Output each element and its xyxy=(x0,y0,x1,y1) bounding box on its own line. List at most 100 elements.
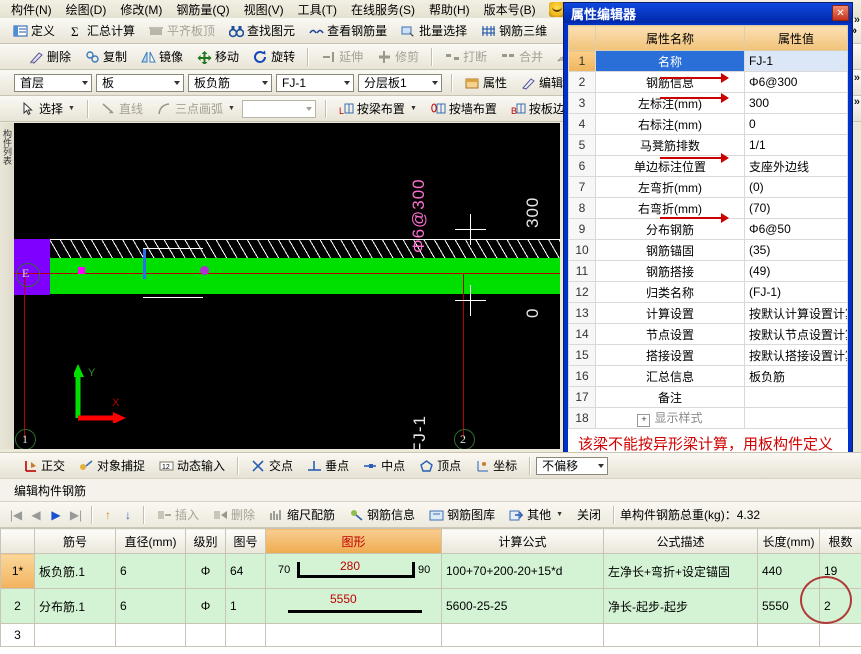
property-row-value[interactable] xyxy=(744,407,848,429)
rebar-diameter-cell[interactable]: 6 xyxy=(115,588,186,624)
rebar-shape-cell[interactable]: 70 280 90 xyxy=(265,553,442,589)
prev-record-icon[interactable]: ◀ xyxy=(26,508,46,522)
selected-rebar-hook[interactable] xyxy=(143,248,146,279)
first-record-icon[interactable]: |◀ xyxy=(6,508,26,522)
summary-calc-button[interactable]: Σ 汇总计算 xyxy=(62,19,142,42)
rebar-formula-cell[interactable]: 100+70+200-20+15*d xyxy=(441,553,604,589)
property-row-value[interactable]: (35) xyxy=(744,239,848,261)
layer-combo[interactable]: 分层板1 xyxy=(358,73,442,92)
table-row[interactable]: 3 xyxy=(0,623,861,647)
select-tool-button[interactable]: 选择 ▼ xyxy=(14,97,82,120)
rebar-shape-no-cell[interactable]: 64 xyxy=(225,553,266,589)
batch-select-button[interactable]: 批量选择 xyxy=(394,19,474,42)
rebar-name-cell[interactable]: 分布筋.1 xyxy=(34,588,116,624)
left-dock-panel[interactable]: 构件列表 xyxy=(0,123,15,449)
rebar-grade-cell[interactable]: Φ xyxy=(185,553,226,589)
rebar-info-button[interactable]: 钢筋信息 xyxy=(342,503,422,526)
property-row[interactable]: 18 + 显示样式 xyxy=(568,407,848,429)
line-tool-button[interactable]: 直线 xyxy=(94,97,150,120)
rebar-3d-button[interactable]: 钢筋三维 xyxy=(474,19,554,42)
move-button[interactable]: 移动 xyxy=(190,45,246,68)
rebar-grade-cell[interactable] xyxy=(185,623,226,647)
delete-row-button[interactable]: 删除 xyxy=(206,503,262,526)
expand-icon[interactable]: + xyxy=(637,414,651,427)
property-row[interactable]: 14 节点设置 按默认节点设置计算 xyxy=(568,323,848,345)
grip-point-mid[interactable] xyxy=(200,266,209,275)
coordinate-snap-button[interactable]: 坐标 xyxy=(468,454,524,477)
property-row[interactable]: 4 右标注(mm) 0 xyxy=(568,113,848,135)
property-row[interactable]: 10 钢筋锚固 (35) xyxy=(568,239,848,261)
rebar-formula-cell[interactable]: 5600-25-25 xyxy=(441,588,604,624)
menu-item-tools[interactable]: 工具(T) xyxy=(291,0,344,19)
close-icon[interactable]: ✕ xyxy=(832,5,849,21)
rebar-shape-no-cell[interactable]: 1 xyxy=(225,588,266,624)
rebar-library-button[interactable]: 钢筋图库 xyxy=(422,503,502,526)
component-name-combo[interactable]: FJ-1 xyxy=(276,73,354,92)
menu-item-modify[interactable]: 修改(M) xyxy=(113,0,169,19)
next-record-icon[interactable]: ▶ xyxy=(46,508,66,522)
rebar-diameter-cell[interactable] xyxy=(115,623,186,647)
menu-item-draw[interactable]: 绘图(D) xyxy=(59,0,114,19)
property-row[interactable]: 12 归类名称 (FJ-1) xyxy=(568,281,848,303)
rebar-name-cell[interactable]: 板负筋.1 xyxy=(34,553,116,589)
property-row[interactable]: 17 备注 xyxy=(568,386,848,408)
delete-button[interactable]: 删除 xyxy=(22,45,78,68)
properties-button[interactable]: 属性 xyxy=(458,71,514,94)
rebar-grade-cell[interactable]: Φ xyxy=(185,588,226,624)
property-row-value[interactable]: 按默认搭接设置计算 xyxy=(744,344,848,366)
property-row-value[interactable] xyxy=(744,386,848,408)
grip-point-left[interactable] xyxy=(78,267,85,274)
property-row[interactable]: 1 名称 FJ-1 xyxy=(568,50,848,72)
scale-rebar-button[interactable]: 缩尺配筋 xyxy=(262,503,342,526)
rebar-desc-cell[interactable]: 净长-起步-起步 xyxy=(603,588,758,624)
chevron-down-icon[interactable]: ▼ xyxy=(228,105,235,112)
insert-row-button[interactable]: 插入 xyxy=(150,503,206,526)
edge-chevron-3[interactable]: » xyxy=(854,96,860,108)
midpoint-snap-button[interactable]: 中点 xyxy=(356,454,412,477)
property-row-value[interactable]: (70) xyxy=(744,197,848,219)
property-row[interactable]: 13 计算设置 按默认计算设置计算 xyxy=(568,302,848,324)
property-row-value[interactable]: (FJ-1) xyxy=(744,281,848,303)
property-row-value[interactable]: (0) xyxy=(744,176,848,198)
edge-chevron-1[interactable]: » xyxy=(854,14,860,26)
property-row-value[interactable]: 按默认节点设置计算 xyxy=(744,323,848,345)
find-element-button[interactable]: 查找图元 xyxy=(222,19,302,42)
place-by-beam-button[interactable]: L 按梁布置 ▼ xyxy=(332,97,424,120)
other-button[interactable]: 其他 ▼ xyxy=(502,503,570,526)
rebar-shape-cell[interactable] xyxy=(265,623,442,647)
table-row[interactable]: 1* 板负筋.1 6 Φ 64 70 280 90 100+70+200-20+15*d 左净长+… xyxy=(0,553,861,589)
place-by-wall-button[interactable]: 按墙布置 xyxy=(424,97,504,120)
extend-button[interactable]: 延伸 xyxy=(314,45,370,68)
property-row-value[interactable]: 板负筋 xyxy=(744,365,848,387)
rebar-formula-cell[interactable] xyxy=(441,623,604,647)
property-editor-panel[interactable]: 属性编辑器 ✕ 属性名称 属性值 1 名称 FJ-1 2 钢筋信息 Φ6@300 3 左标注(… xyxy=(563,2,853,492)
define-button[interactable]: 定义 xyxy=(6,19,62,42)
merge-button[interactable]: 合并 xyxy=(494,45,550,68)
rebar-count-cell[interactable] xyxy=(819,623,861,647)
menu-item-online-service[interactable]: 在线服务(S) xyxy=(344,0,422,19)
category-combo[interactable]: 板 xyxy=(96,73,184,92)
chevron-down-icon[interactable]: ▼ xyxy=(68,105,75,112)
table-row[interactable]: 2 分布筋.1 6 Φ 1 5550 5600-25-25 净长-起步-起步 5550 2 xyxy=(0,588,861,624)
draw-mode-combo[interactable] xyxy=(241,99,316,118)
copy-button[interactable]: 复制 xyxy=(78,45,134,68)
rotate-button[interactable]: 旋转 xyxy=(246,45,302,68)
rebar-diameter-cell[interactable]: 6 xyxy=(115,553,186,589)
mirror-button[interactable]: 镜像 xyxy=(134,45,190,68)
menu-item-help[interactable]: 帮助(H) xyxy=(422,0,477,19)
rebar-name-cell[interactable] xyxy=(34,623,116,647)
move-up-icon[interactable]: ↑ xyxy=(98,508,118,522)
property-editor-body[interactable]: 属性名称 属性值 1 名称 FJ-1 2 钢筋信息 Φ6@300 3 左标注(mm) 300 4 右… xyxy=(568,25,848,487)
perpendicular-snap-button[interactable]: 垂点 xyxy=(300,454,356,477)
vertex-snap-button[interactable]: 顶点 xyxy=(412,454,468,477)
last-record-icon[interactable]: ▶| xyxy=(66,508,86,522)
trim-button[interactable]: 修剪 xyxy=(370,45,426,68)
property-row[interactable]: 15 搭接设置 按默认搭接设置计算 xyxy=(568,344,848,366)
property-row[interactable]: 5 马凳筋排数 1/1 xyxy=(568,134,848,156)
property-row[interactable]: 7 左弯折(mm) (0) xyxy=(568,176,848,198)
offset-combo[interactable]: 不偏移 xyxy=(536,456,609,475)
cad-canvas[interactable]: 1 2 E Φ6@300 FJ-1 300 0 Y X xyxy=(14,123,560,449)
align-slab-top-button[interactable]: 平齐板顶 xyxy=(142,19,222,42)
slab-element[interactable] xyxy=(50,258,560,294)
edge-chevron-2[interactable]: » xyxy=(854,72,860,84)
